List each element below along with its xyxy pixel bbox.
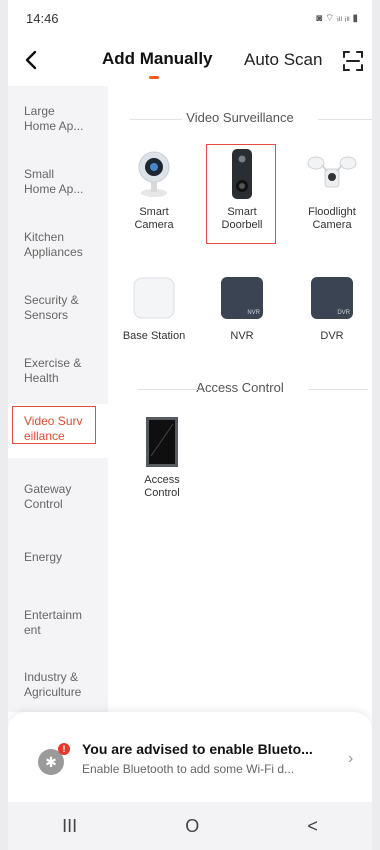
tab-add-manually[interactable]: Add Manually (102, 49, 213, 69)
home-button[interactable]: O (185, 816, 199, 837)
divider (318, 119, 372, 120)
warning-badge: ! (58, 743, 70, 755)
sidebar-item-label-line: Agriculture (24, 685, 82, 699)
device-label-line: Camera (134, 219, 174, 231)
sidebar-item-kitchen-appliances[interactable]: Kitchen Appliances (8, 220, 108, 270)
divider (130, 119, 182, 120)
recents-button[interactable]: III (62, 816, 77, 837)
selection-outline (206, 144, 276, 244)
active-tab-indicator (149, 76, 159, 79)
status-time: 14:46 (26, 10, 59, 26)
sidebar-item-entertainment[interactable]: Entertainm ent (8, 598, 108, 648)
section-title: Access Control (196, 380, 284, 395)
scan-icon[interactable] (342, 50, 364, 72)
sidebar-item-label-line: Industry & (24, 670, 79, 684)
sidebar-item-label-line: Gateway (24, 482, 72, 496)
device-label-line: DVR (320, 330, 344, 342)
device-badge: NVR (247, 310, 260, 316)
device-label-line: Camera (312, 219, 352, 231)
device-label-line: NVR (230, 330, 254, 342)
access-control-icon (136, 416, 188, 468)
device-dvr[interactable]: DVR DVR (290, 272, 372, 343)
device-label-line: Access (144, 474, 180, 486)
sidebar-item-label-line: Home Ap... (24, 182, 84, 196)
section-title: Video Surveillance (186, 110, 294, 125)
floodlight-icon (306, 148, 358, 200)
device-grid: Video Surveillance Smart Camera Smart Do… (108, 86, 372, 712)
device-nvr[interactable]: NVR NVR (200, 272, 284, 343)
sidebar-item-label-line: Security & (24, 293, 79, 307)
chevron-right-icon[interactable]: › (348, 750, 353, 768)
divider (308, 389, 368, 390)
sidebar-item-security-sensors[interactable]: Security & Sensors (8, 283, 108, 333)
sidebar-item-label-line: Control (24, 497, 63, 511)
device-smart-camera[interactable]: Smart Camera (112, 148, 196, 232)
device-badge: DVR (337, 310, 350, 316)
selection-outline (12, 406, 96, 444)
sidebar-item-label-line: Home Ap... (24, 119, 84, 133)
app-screen: 14:46 ◙ ⌔ ᵢₗₗ ᵢₗₗ ▮ Add Manually Auto Sc… (8, 0, 372, 850)
device-label: Base Station (112, 330, 196, 343)
section-header-video-surveillance: Video Surveillance (108, 110, 372, 130)
sidebar-item-label-line: Large (24, 104, 55, 118)
sidebar-item-label-line: Small (24, 167, 55, 181)
device-access-control[interactable]: Access Control (120, 416, 204, 500)
banner-subtitle: Enable Bluetooth to add some Wi-Fi d... (82, 762, 295, 776)
status-icons: ◙ ⌔ ᵢₗₗ ᵢₗₗ ▮ (316, 12, 358, 24)
sidebar-item-gateway-control[interactable]: Gateway Control (8, 472, 108, 522)
sidebar-item-energy[interactable]: Energy (8, 540, 108, 590)
device-label-line: Smart (139, 206, 169, 218)
system-nav-bar: III O < (8, 802, 372, 850)
section-header-access-control: Access Control (108, 380, 372, 400)
device-label-line: Floodlight (308, 206, 356, 218)
sidebar-item-label-line: Entertainm (24, 608, 83, 622)
device-label: NVR (200, 330, 284, 343)
tab-auto-scan[interactable]: Auto Scan (244, 50, 322, 70)
divider (138, 389, 198, 390)
top-nav: Add Manually Auto Scan (8, 36, 372, 86)
sidebar-item-large-home-appliances[interactable]: Large Home Ap... (8, 94, 108, 144)
device-floodlight-camera[interactable]: Floodlight Camera (290, 148, 372, 232)
sidebar-item-label-line: Health (24, 371, 59, 385)
sidebar-item-label-line: Appliances (24, 245, 83, 259)
dvr-icon: DVR (306, 272, 358, 324)
sidebar-item-label-line: Sensors (24, 308, 69, 322)
sidebar-item-exercise-health[interactable]: Exercise & Health (8, 346, 108, 396)
device-label-line: Control (144, 487, 180, 499)
device-label: Floodlight Camera (290, 206, 372, 232)
back-arrow-icon[interactable] (20, 48, 44, 72)
device-label: Access Control (120, 474, 204, 500)
banner-title: You are advised to enable Blueto... (82, 741, 313, 757)
device-label: DVR (290, 330, 372, 343)
nvr-icon: NVR (216, 272, 268, 324)
base-station-icon (128, 272, 180, 324)
device-base-station[interactable]: Base Station (112, 272, 196, 343)
device-label-line: Base Station (122, 330, 186, 342)
sidebar-item-label-line: ent (24, 623, 41, 637)
device-label: Smart Camera (112, 206, 196, 232)
sidebar-item-label-line: Exercise & (24, 356, 82, 370)
category-sidebar: Large Home Ap... Small Home Ap... Kitche… (8, 86, 108, 712)
sidebar-item-label-line: Kitchen (24, 230, 65, 244)
sidebar-item-label-line: Energy (24, 550, 63, 564)
system-back-button[interactable]: < (307, 816, 318, 837)
bluetooth-banner[interactable]: ✱ ! You are advised to enable Blueto... … (8, 712, 372, 802)
sidebar-item-industry-agriculture[interactable]: Industry & Agriculture (8, 660, 108, 710)
status-bar: 14:46 ◙ ⌔ ᵢₗₗ ᵢₗₗ ▮ (8, 0, 372, 36)
device-smart-doorbell[interactable]: Smart Doorbell (200, 144, 284, 244)
camera-icon (128, 148, 180, 200)
sidebar-item-small-home-appliances[interactable]: Small Home Ap... (8, 157, 108, 207)
sidebar-item-video-surveillance[interactable]: Video Surv eillance (8, 404, 108, 458)
